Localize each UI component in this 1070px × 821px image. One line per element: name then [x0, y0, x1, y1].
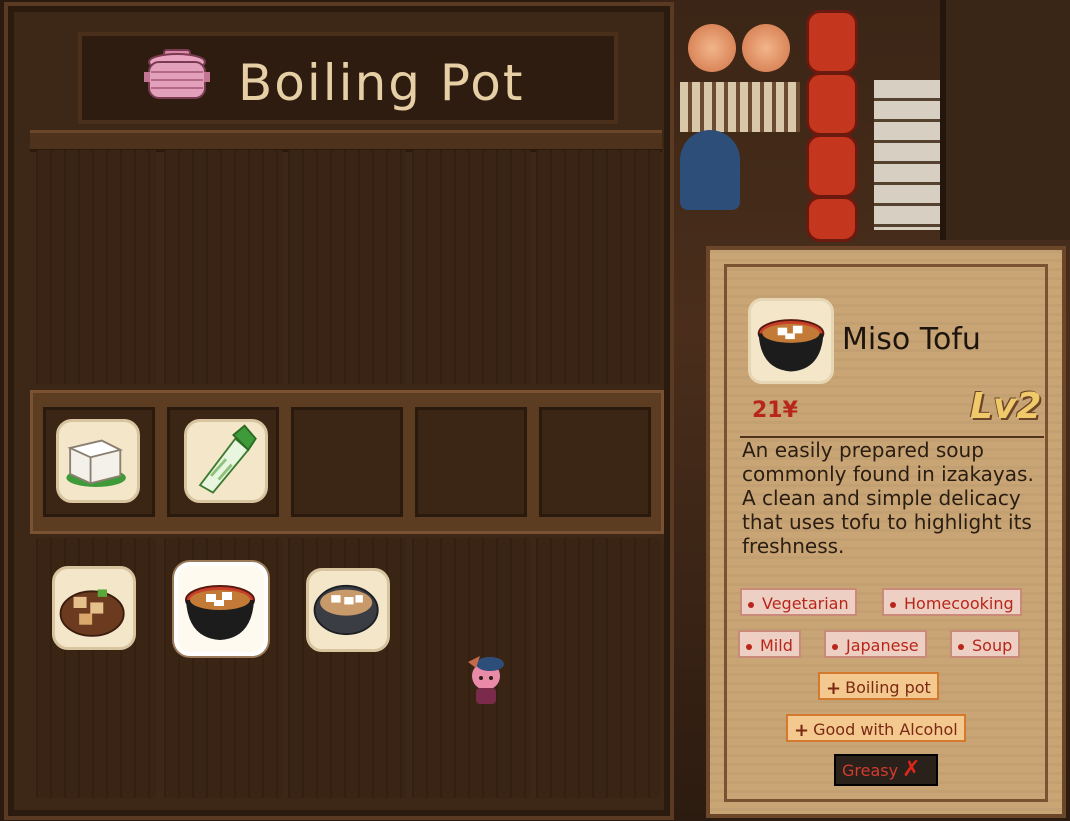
paper-lamp-icon: [688, 24, 736, 72]
column-slot: [536, 150, 660, 384]
dish-level: Lv2: [970, 386, 1042, 427]
negative-tag-label: Greasy: [842, 761, 899, 780]
column-slot: [164, 150, 282, 384]
column-slot: [288, 150, 406, 384]
miso-tofu-bowl-icon: [185, 585, 255, 640]
ingredient-slot[interactable]: [43, 407, 155, 517]
miso-tofu-bowl-icon: [757, 319, 825, 372]
bonus-tag-boiling-pot: Boiling pot: [818, 672, 939, 700]
bonus-tag-good-with-alcohol: Good with Alcohol: [786, 714, 966, 742]
lantern-icon: [806, 134, 858, 198]
lantern-icon: [806, 72, 858, 136]
background-shoji: [874, 80, 940, 230]
dish-card[interactable]: [52, 566, 136, 650]
lantern-icon: [806, 196, 858, 242]
tofu-pot-icon: [313, 584, 379, 636]
ingredient-slot-empty[interactable]: [539, 407, 651, 517]
paper-lamp-icon: [742, 24, 790, 72]
dish-thumbnail: [748, 298, 834, 384]
column-slot: [412, 150, 530, 384]
dish-price: 21¥: [752, 398, 798, 423]
dish-card[interactable]: [306, 568, 390, 652]
dish-card-selected[interactable]: [174, 562, 268, 656]
dish-detail-card: Miso Tofu 21¥ Lv2 An easily prepared sou…: [706, 246, 1066, 818]
tag-vegetarian: Vegetarian: [740, 588, 857, 616]
tofu-icon: [66, 439, 126, 487]
tag-mild: Mild: [738, 630, 801, 658]
dish-description: An easily prepared soup commonly found i…: [742, 438, 1034, 558]
pot-icon: [144, 49, 210, 99]
panel-title: Boiling Pot: [238, 54, 525, 112]
tag-soup: Soup: [950, 630, 1021, 658]
background-character: [680, 130, 740, 210]
cross-icon: ✗: [902, 757, 921, 782]
ingredient-card[interactable]: [56, 419, 140, 503]
tag-homecooking: Homecooking: [882, 588, 1022, 616]
ingredient-slot-empty[interactable]: [291, 407, 403, 517]
fried-tofu-dish-icon: [59, 589, 125, 637]
background-wall: [940, 0, 1070, 240]
ingredient-rail: [30, 390, 664, 534]
background-shelf: [680, 82, 800, 132]
cooking-panel: Boiling Pot: [4, 2, 674, 820]
player-character-icon: [468, 656, 504, 704]
title-bar: Boiling Pot: [78, 32, 618, 124]
column-slot: [536, 538, 660, 798]
lantern-icon: [806, 10, 858, 74]
green-onion-icon: [198, 424, 257, 494]
dish-name: Miso Tofu: [842, 322, 981, 357]
title-divider: [30, 130, 662, 152]
ingredient-card[interactable]: [184, 419, 268, 503]
tag-japanese: Japanese: [824, 630, 927, 658]
negative-tag-greasy: Greasy ✗: [834, 754, 938, 786]
ingredient-slot-empty[interactable]: [415, 407, 527, 517]
ingredient-slot[interactable]: [167, 407, 279, 517]
column-slot: [36, 150, 156, 384]
